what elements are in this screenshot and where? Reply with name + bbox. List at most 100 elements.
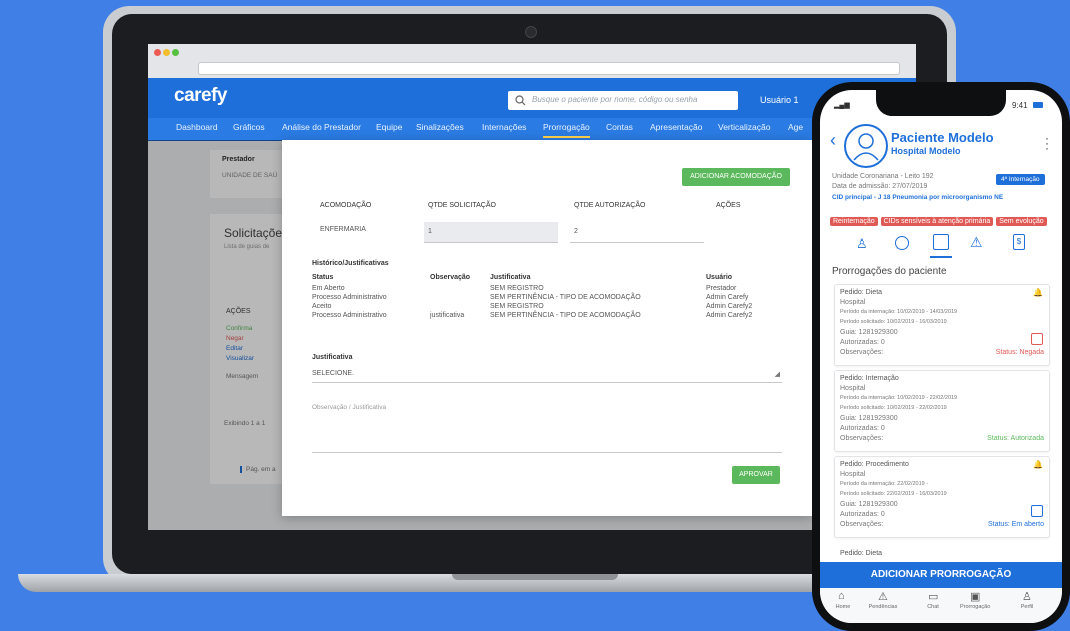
bell-icon: 🔔 [1033, 288, 1043, 297]
phone-notch [876, 90, 1006, 116]
observacao-textarea[interactable]: Observação / Justificativa [312, 400, 782, 453]
nav-item-2[interactable]: Análise do Prestador [282, 122, 361, 132]
add-accommodation-button[interactable]: ADICIONAR ACOMODAÇÃO [682, 168, 790, 186]
hist-user-3: Admin Carefy2 [706, 312, 753, 319]
nav-item-6[interactable]: Prorrogação [543, 122, 590, 138]
back-chevron-icon[interactable]: ‹ [830, 130, 836, 151]
calendar-tab-icon[interactable] [933, 234, 949, 250]
more-options-icon[interactable]: · · · [1045, 132, 1049, 154]
prorrogacao-card[interactable]: Pedido: Internação Hospital Período da int… [834, 370, 1050, 452]
nav-item-3[interactable]: Equipe [376, 122, 402, 132]
maximize-dot-icon[interactable] [172, 49, 179, 56]
card-pedido: Pedido: Procedimento [840, 461, 909, 468]
prorrogacao-card[interactable]: Pedido: Procedimento Hospital Período da i… [834, 456, 1050, 538]
admissao-text: Data de admissão: 27/07/2019 [832, 183, 928, 190]
minimize-dot-icon[interactable] [163, 49, 170, 56]
carefy-logo: carefy [174, 85, 228, 106]
col-qtde-autorizacao: QTDE AUTORIZAÇÃO [574, 202, 646, 209]
add-prorrogacao-button[interactable]: ADICIONAR PRORROGAÇÃO [820, 562, 1062, 588]
card-guia: Guia: 1281929300 [840, 329, 898, 336]
bottom-nav-home-icon[interactable]: ⌂ [838, 590, 845, 602]
card-periodo_int: Período da internação: 10/02/2019 - 14/0… [840, 309, 958, 315]
calendar-add-icon[interactable] [1031, 333, 1043, 345]
bottom-nav-label: Home [835, 604, 851, 610]
nav-item-0[interactable]: Dashboard [176, 122, 218, 132]
qtde-solicitacao-value: 1 [428, 228, 432, 235]
cid-text: CID principal - J 18 Pneumonia por micro… [832, 194, 1004, 201]
phone-time: 9:41 [1012, 101, 1028, 110]
nav-item-7[interactable]: Contas [606, 122, 633, 132]
card-status: Status: Em aberto [987, 521, 1044, 528]
clock-tab-icon[interactable] [895, 236, 909, 250]
card-guia: Guia: 1281929300 [840, 415, 898, 422]
search-input[interactable]: Busque o paciente por nome, código ou se… [508, 91, 738, 110]
card-local: Hospital [840, 471, 866, 478]
bottom-nav-label: Pendências [868, 604, 898, 610]
card-periodo_sol: Período solicitado: 10/02/2019 - 16/03/2… [840, 319, 947, 325]
approve-button[interactable]: APROVAR [732, 466, 780, 484]
bottom-nav-label: Prorrogação [960, 604, 991, 610]
person-icon [853, 133, 879, 161]
col-acoes: AÇÕES [716, 202, 741, 209]
card-obs: Observações: [840, 521, 884, 528]
bottom-nav-prorrogação-icon[interactable]: ▣ [970, 590, 980, 603]
search-icon [515, 95, 526, 106]
bottom-nav-pendências-icon[interactable]: ⚠ [878, 590, 888, 603]
active-tab-indicator [930, 256, 952, 258]
signal-icon: ▂▄▆ [834, 102, 850, 109]
section-title: Prorrogações do paciente [832, 266, 947, 277]
bottom-nav-label: Chat [927, 604, 939, 610]
qtde-solicitacao-input[interactable]: 1 [424, 222, 558, 243]
card-autorizadas: Autorizadas: 0 [840, 339, 885, 346]
card-obs: Observações: [840, 435, 884, 442]
tag-row: Reinternação CIDs sensíveis à atenção pr… [830, 217, 1047, 226]
nav-item-1[interactable]: Gráficos [233, 122, 265, 132]
card-periodo_sol: Período solicitado: 10/02/2019 - 22/02/2… [840, 405, 947, 411]
unidade-text: Unidade Coronariana - Leito 192 [832, 173, 934, 180]
close-dot-icon[interactable] [154, 49, 161, 56]
hist-user-2: Admin Carefy2 [706, 303, 753, 310]
tag-cids: CIDs sensíveis à atenção primária [880, 217, 994, 226]
prorrogacao-card[interactable]: Pedido: Dieta Hospital Período da internaç… [834, 284, 1050, 366]
hist-just-3: SEM PERTINÊNCIA - TIPO DE ACOMODAÇÃO [490, 312, 641, 319]
user-menu[interactable]: Usuário 1 [760, 95, 799, 105]
justificativa-select[interactable]: SELECIONE. ◢ [312, 368, 782, 383]
nav-item-10[interactable]: Age [788, 122, 803, 132]
card-obs: Observações: [840, 349, 884, 356]
nav-item-9[interactable]: Verticalização [718, 122, 770, 132]
justificativa-select-value: SELECIONE. [312, 370, 355, 377]
nav-item-5[interactable]: Internações [482, 122, 526, 132]
url-bar[interactable] [198, 62, 900, 75]
alert-tab-icon[interactable]: ⚠ [970, 234, 983, 251]
hist-obs-3: justificativa [430, 312, 465, 319]
bell-icon: 🔔 [1033, 460, 1043, 469]
hist-col-status: Status [312, 274, 334, 281]
card-pedido: Pedido: Internação [840, 375, 899, 382]
qtde-autorizacao-input[interactable]: 2 [570, 222, 704, 243]
col-acomodacao: ACOMODAÇÃO [320, 202, 372, 209]
billing-tab-icon[interactable]: $ [1013, 234, 1025, 250]
team-tab-icon[interactable]: ♙ [856, 236, 868, 252]
patient-name: Paciente Modelo [891, 130, 994, 145]
bottom-nav-chat-icon[interactable]: ▭ [928, 590, 938, 603]
hist-user-1: Admin Carefy [706, 294, 749, 301]
nav-item-4[interactable]: Sinalizações [416, 122, 464, 132]
camera-icon [525, 26, 537, 38]
card-periodo_int: Período da internação: 10/02/2019 - 22/0… [840, 395, 958, 401]
card-periodo_int: Período da internação: 22/02/2019 - [840, 481, 929, 487]
hist-status-0: Em Aberto [312, 285, 345, 292]
calendar-add-icon[interactable] [1031, 505, 1043, 517]
hist-col-usuario: Usuário [706, 274, 733, 281]
nav-item-8[interactable]: Apresentação [650, 122, 702, 132]
card-autorizadas: Autorizadas: 0 [840, 511, 885, 518]
tag-reinternacao: Reinternação [830, 217, 878, 226]
hospital-name: Hospital Modelo [891, 146, 961, 156]
last-card-pedido: Pedido: Dieta [840, 550, 883, 557]
historico-title: Histórico/Justificativas [312, 260, 389, 267]
observacao-placeholder: Observação / Justificativa [312, 404, 387, 411]
hist-just-0: SEM REGISTRO [490, 285, 544, 292]
card-status: Status: Negada [995, 349, 1044, 356]
bottom-nav-perfil-icon[interactable]: ♙ [1022, 590, 1032, 603]
select-arrow-icon: ◢ [774, 371, 780, 378]
justificativa-label: Justificativa [312, 354, 353, 361]
